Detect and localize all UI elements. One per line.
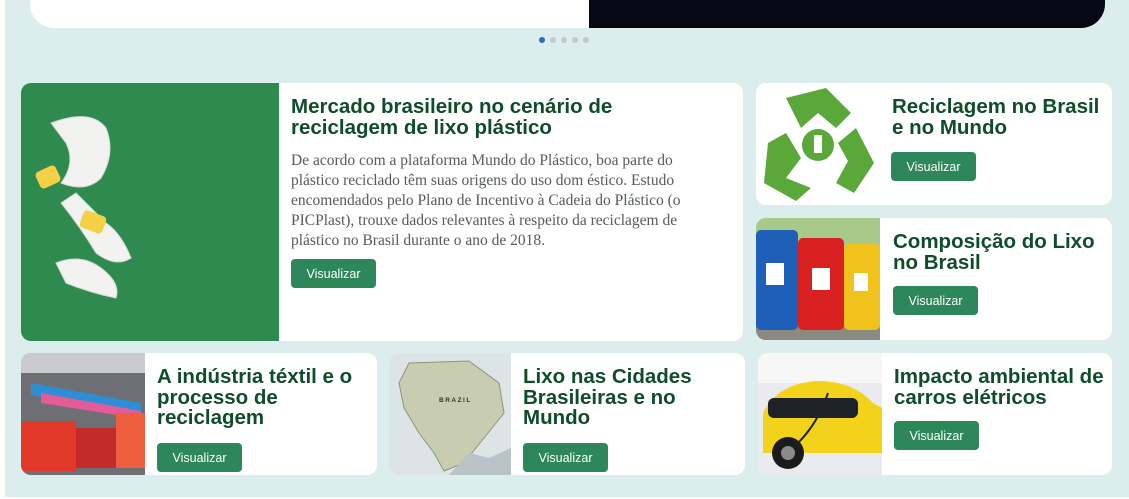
- visualizar-button-textil[interactable]: Visualizar: [157, 443, 242, 472]
- carousel-dot-3[interactable]: [561, 37, 567, 43]
- visualizar-button-composicao[interactable]: Visualizar: [893, 286, 978, 315]
- carousel-dots: [539, 37, 589, 43]
- visualizar-button-main[interactable]: Visualizar: [291, 259, 376, 288]
- card-description-main: De acordo com a plataforma Mundo do Plás…: [291, 152, 681, 249]
- article-image-plastic-bottles: [21, 83, 279, 341]
- article-card-composicao[interactable]: Composição do Lixo no Brasil Visualizar: [756, 218, 1112, 340]
- carousel-slide-left[interactable]: [30, 0, 610, 28]
- article-card-textil[interactable]: A indústria téxtil e o processo de recic…: [21, 353, 377, 475]
- carousel-slide-right[interactable]: [589, 0, 1105, 28]
- article-image-textile-factory: [21, 353, 145, 475]
- article-image-recycling-bins: [756, 218, 880, 340]
- card-title-composicao[interactable]: Composição do Lixo no Brasil: [893, 231, 1103, 273]
- article-image-recycling-symbol: [756, 83, 880, 205]
- visualizar-button-reciclagem[interactable]: Visualizar: [891, 152, 976, 181]
- card-title-textil[interactable]: A indústria téxtil e o processo de recic…: [157, 366, 372, 429]
- article-card-main[interactable]: Mercado brasileiro no cenário de recicla…: [21, 83, 743, 341]
- article-card-carros[interactable]: Impacto ambiental de carros elétricos Vi…: [758, 353, 1112, 475]
- card-title-main[interactable]: Mercado brasileiro no cenário de recicla…: [291, 96, 721, 138]
- article-card-cidades[interactable]: BRAZIL Lixo nas Cidades Brasileiras e no…: [389, 353, 745, 475]
- visualizar-button-carros[interactable]: Visualizar: [894, 421, 979, 450]
- carousel-dot-5[interactable]: [583, 37, 589, 43]
- card-title-carros[interactable]: Impacto ambiental de carros elétricos: [894, 366, 1106, 408]
- card-title-reciclagem[interactable]: Reciclagem no Brasil e no Mundo: [892, 96, 1102, 138]
- card-title-cidades[interactable]: Lixo nas Cidades Brasileiras e no Mundo: [523, 366, 738, 429]
- carousel-dot-2[interactable]: [550, 37, 556, 43]
- carousel-dot-1[interactable]: [539, 37, 545, 43]
- article-image-electric-car: [758, 353, 882, 475]
- article-card-reciclagem[interactable]: Reciclagem no Brasil e no Mundo Visualiz…: [756, 83, 1112, 205]
- article-image-brazil-map: BRAZIL: [389, 353, 511, 475]
- visualizar-button-cidades[interactable]: Visualizar: [523, 443, 608, 472]
- map-country-label: BRAZIL: [439, 397, 472, 404]
- carousel-dot-4[interactable]: [572, 37, 578, 43]
